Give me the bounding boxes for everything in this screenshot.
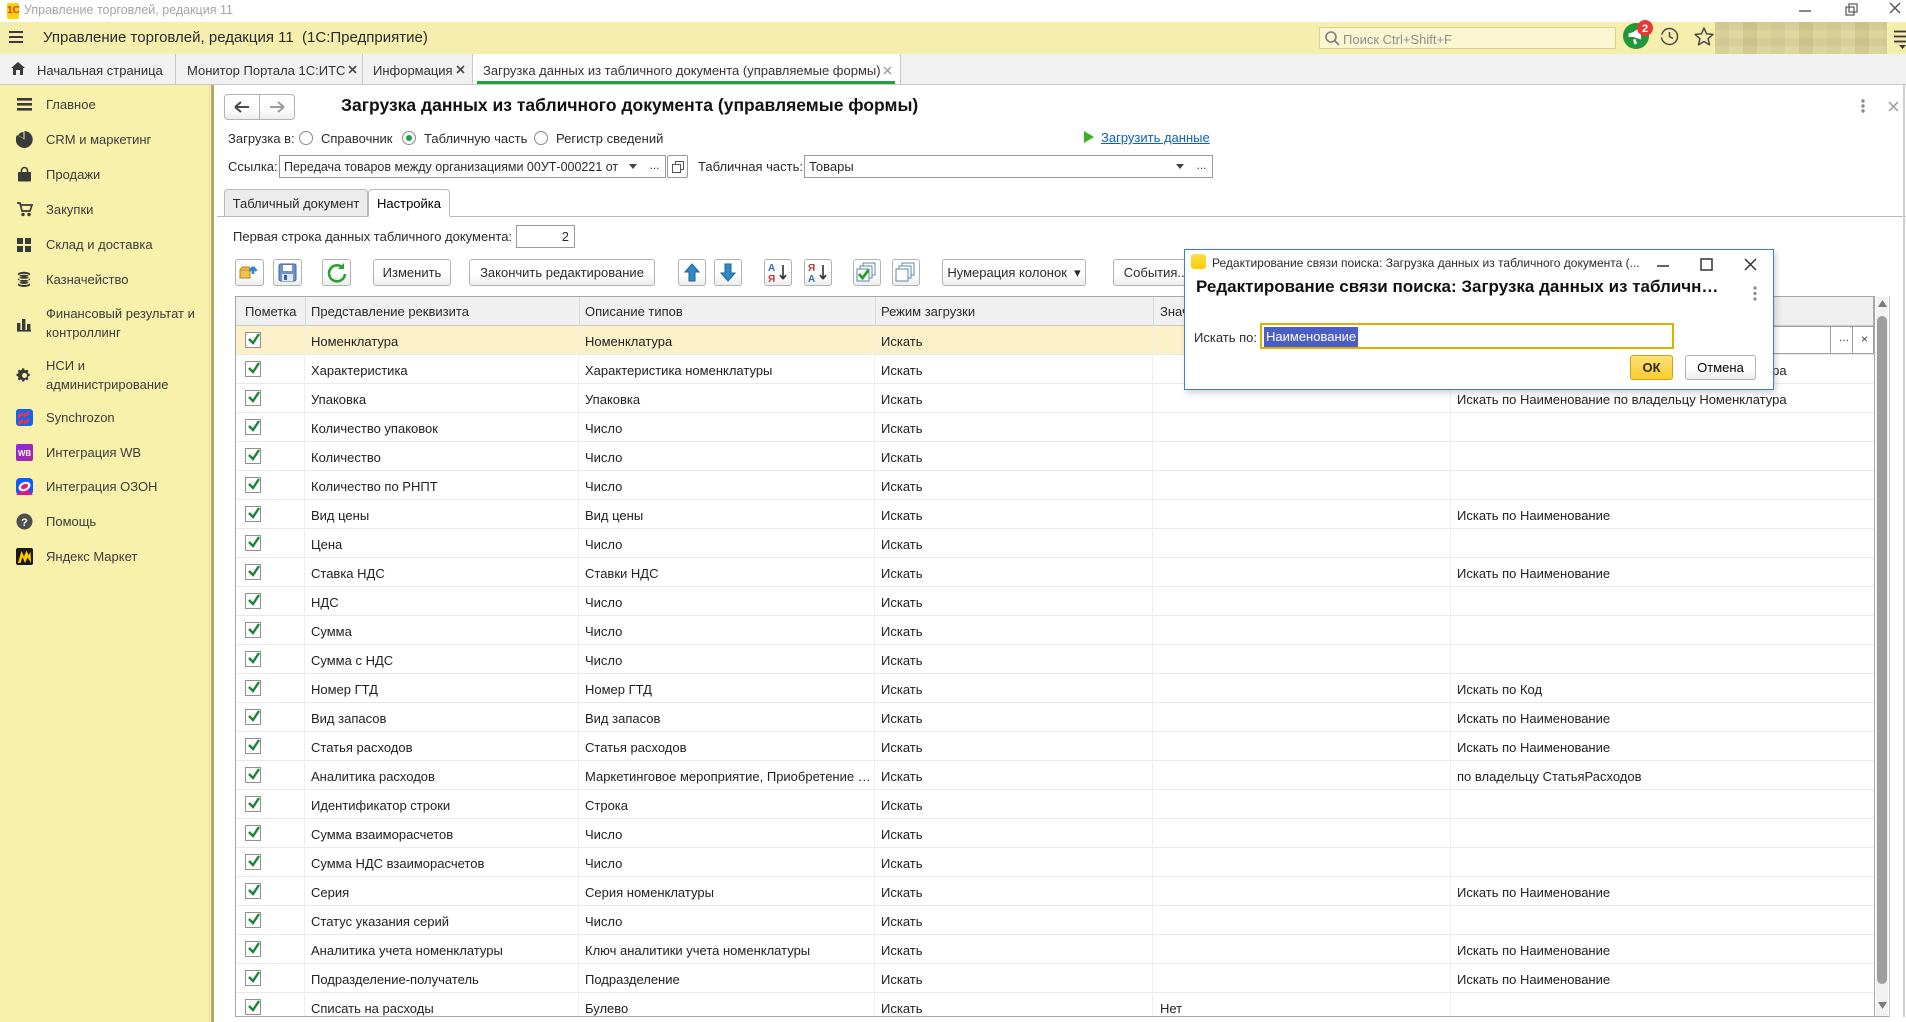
svg-text:А: А [808, 274, 815, 285]
svg-text:Я: Я [808, 263, 815, 274]
svg-text:А: А [768, 263, 775, 274]
svg-text:Я: Я [768, 274, 775, 285]
svg-text:WB: WB [18, 449, 32, 458]
svg-text:2: 2 [1642, 23, 1648, 35]
svg-text:?: ? [21, 517, 28, 529]
